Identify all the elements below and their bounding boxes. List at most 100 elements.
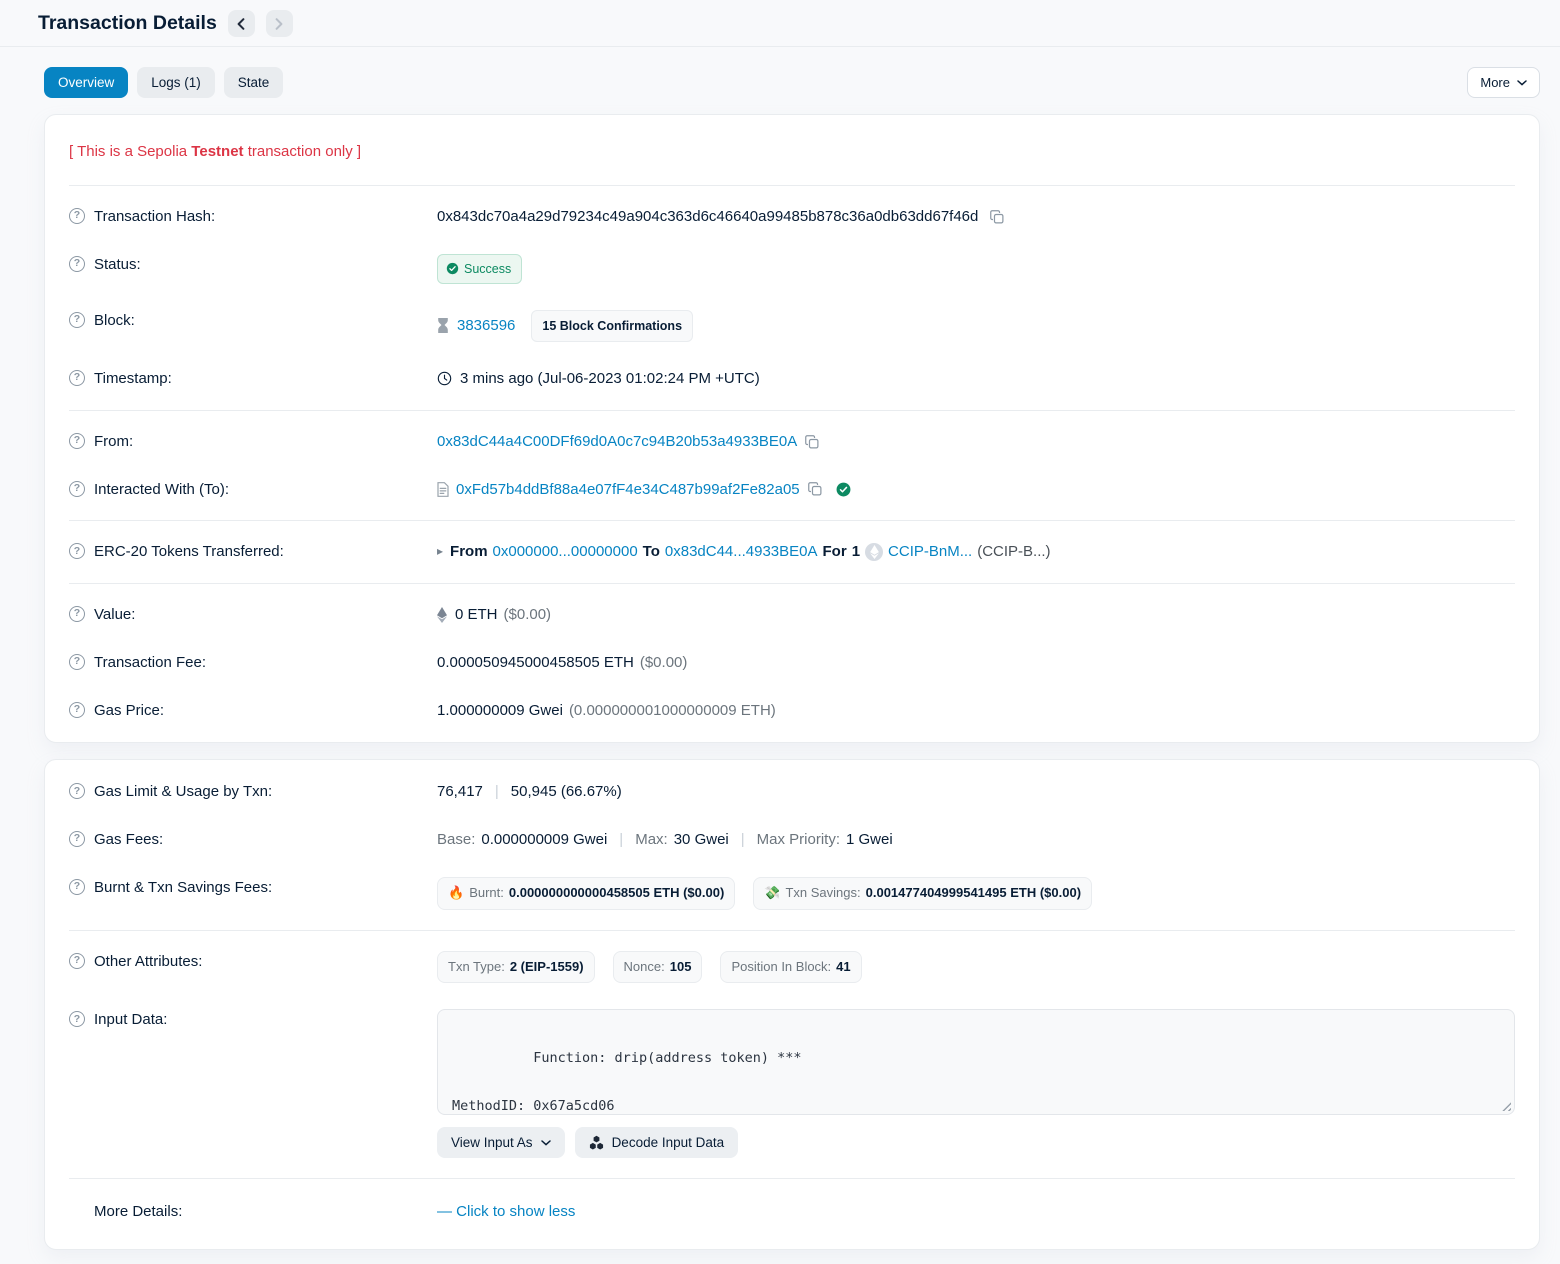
help-icon[interactable]	[69, 481, 85, 497]
money-wings-icon: 💸	[764, 884, 780, 903]
txn-type-badge: Txn Type: 2 (EIP-1559)	[437, 951, 595, 984]
transaction-fee-label: Transaction Fee:	[94, 652, 206, 674]
position-in-block-value: 41	[836, 958, 850, 977]
copy-icon	[805, 435, 819, 449]
position-in-block-label: Position In Block:	[731, 958, 831, 977]
ethereum-icon	[437, 607, 447, 623]
burnt-label: Burnt:	[469, 884, 504, 903]
value-amount: 0 ETH	[455, 604, 498, 626]
row-value: Value: 0 ETH ($0.00)	[69, 591, 1515, 639]
status-badge-label: Success	[464, 260, 511, 278]
cubes-icon	[589, 1135, 604, 1150]
row-gas-limit-usage: Gas Limit & Usage by Txn: 76,417 | 50,94…	[69, 768, 1515, 816]
more-button-label: More	[1480, 75, 1510, 90]
row-erc20-transfers: ERC-20 Tokens Transferred: ▸ From 0x0000…	[69, 528, 1515, 576]
resize-handle[interactable]	[1501, 1101, 1511, 1111]
burnt-fees-badge: 🔥 Burnt: 0.000000000000458505 ETH ($0.00…	[437, 877, 735, 910]
max-priority-fee-label: Max Priority:	[757, 829, 840, 851]
help-icon[interactable]	[69, 543, 85, 559]
divider	[69, 520, 1515, 521]
help-icon[interactable]	[69, 783, 85, 799]
help-icon[interactable]	[69, 879, 85, 895]
other-attributes-label: Other Attributes:	[94, 951, 202, 973]
next-transaction-button[interactable]	[266, 10, 293, 37]
erc20-to-address-link[interactable]: 0x83dC44...4933BE0A	[665, 541, 818, 563]
from-address-link[interactable]: 0x83dC44a4C00DFf69d0A0c7c94B20b53a4933BE…	[437, 431, 797, 453]
row-interacted-with: Interacted With (To): 0xFd57b4ddBf88a4e0…	[69, 466, 1515, 514]
copy-to-address-button[interactable]	[806, 482, 824, 496]
divider	[69, 410, 1515, 411]
base-fee-label: Base:	[437, 829, 475, 851]
timestamp-label: Timestamp:	[94, 368, 172, 390]
gas-limit-label: Gas Limit & Usage by Txn:	[94, 781, 272, 803]
caret-right-icon: ▸	[437, 543, 443, 560]
row-block: Block: 3836596 15 Block Confirmations	[69, 297, 1515, 355]
more-button[interactable]: More	[1467, 67, 1540, 98]
row-gas-fees: Gas Fees: Base: 0.000000009 Gwei | Max: …	[69, 816, 1515, 864]
overview-card: [ This is a Sepolia Testnet transaction …	[44, 114, 1540, 743]
testnet-notice-bold: Testnet	[191, 143, 243, 160]
token-name-link[interactable]: CCIP-BnM...	[888, 541, 972, 563]
help-icon[interactable]	[69, 312, 85, 328]
nonce-label: Nonce:	[624, 958, 665, 977]
help-icon[interactable]	[69, 953, 85, 969]
erc20-from-address-link[interactable]: 0x000000...00000000	[493, 541, 638, 563]
check-circle-icon	[446, 262, 459, 275]
row-status: Status: Success	[69, 241, 1515, 297]
tab-overview[interactable]: Overview	[44, 67, 128, 98]
separator: |	[735, 829, 751, 851]
help-icon[interactable]	[69, 702, 85, 718]
nonce-value: 105	[670, 958, 692, 977]
testnet-notice-prefix: [ This is a Sepolia	[69, 143, 191, 160]
nonce-badge: Nonce: 105	[613, 951, 703, 984]
max-fee-label: Max:	[635, 829, 668, 851]
testnet-notice-suffix: transaction only ]	[244, 143, 362, 160]
block-label: Block:	[94, 310, 135, 332]
txn-savings-value: 0.001477404999541495 ETH ($0.00)	[866, 884, 1081, 903]
from-label: From:	[94, 431, 133, 453]
help-icon[interactable]	[69, 606, 85, 622]
burnt-savings-label: Burnt & Txn Savings Fees:	[94, 877, 272, 899]
clock-icon	[437, 371, 452, 386]
copy-icon	[808, 482, 822, 496]
separator: |	[613, 829, 629, 851]
token-logo-icon	[865, 543, 883, 561]
view-input-as-button[interactable]: View Input As	[437, 1127, 565, 1158]
copy-icon	[990, 210, 1004, 224]
erc20-for-label: For	[823, 541, 847, 563]
page-header: Transaction Details	[0, 0, 1560, 46]
tab-state[interactable]: State	[224, 67, 284, 98]
help-icon[interactable]	[69, 370, 85, 386]
base-fee-value: 0.000000009 Gwei	[481, 829, 607, 851]
decode-input-data-label: Decode Input Data	[612, 1135, 725, 1150]
help-icon[interactable]	[69, 208, 85, 224]
erc20-transfer-item: ▸ From 0x000000...00000000 To 0x83dC44..…	[437, 541, 1051, 563]
copy-hash-button[interactable]	[988, 210, 1006, 224]
separator: |	[489, 781, 505, 803]
erc20-amount: 1	[852, 541, 860, 563]
copy-from-address-button[interactable]	[803, 435, 821, 449]
contract-file-icon	[437, 482, 449, 497]
row-burnt-savings: Burnt & Txn Savings Fees: 🔥 Burnt: 0.000…	[69, 864, 1515, 923]
help-icon[interactable]	[69, 654, 85, 670]
help-icon[interactable]	[69, 433, 85, 449]
to-address-link[interactable]: 0xFd57b4ddBf88a4e07fF4e34C487b99af2Fe82a…	[456, 479, 800, 501]
verified-check-icon	[836, 482, 851, 497]
value-usd: ($0.00)	[504, 604, 552, 626]
input-data-textarea[interactable]: Function: drip(address token) *** Method…	[437, 1009, 1515, 1115]
row-gas-price: Gas Price: 1.000000009 Gwei (0.000000001…	[69, 687, 1515, 735]
help-icon[interactable]	[69, 831, 85, 847]
block-number-link[interactable]: 3836596	[457, 315, 515, 337]
header-divider	[0, 46, 1560, 47]
input-data-label: Input Data:	[94, 1009, 167, 1031]
tab-logs[interactable]: Logs (1)	[137, 67, 215, 98]
row-transaction-fee: Transaction Fee: 0.000050945000458505 ET…	[69, 639, 1515, 687]
help-icon[interactable]	[69, 256, 85, 272]
page-title: Transaction Details	[38, 12, 217, 35]
show-less-link[interactable]: — Click to show less	[437, 1201, 575, 1223]
help-icon[interactable]	[69, 1011, 85, 1027]
txn-type-value: 2 (EIP-1559)	[510, 958, 584, 977]
previous-transaction-button[interactable]	[228, 10, 255, 37]
decode-input-data-button[interactable]: Decode Input Data	[575, 1127, 739, 1158]
chevron-down-icon	[1517, 80, 1527, 86]
